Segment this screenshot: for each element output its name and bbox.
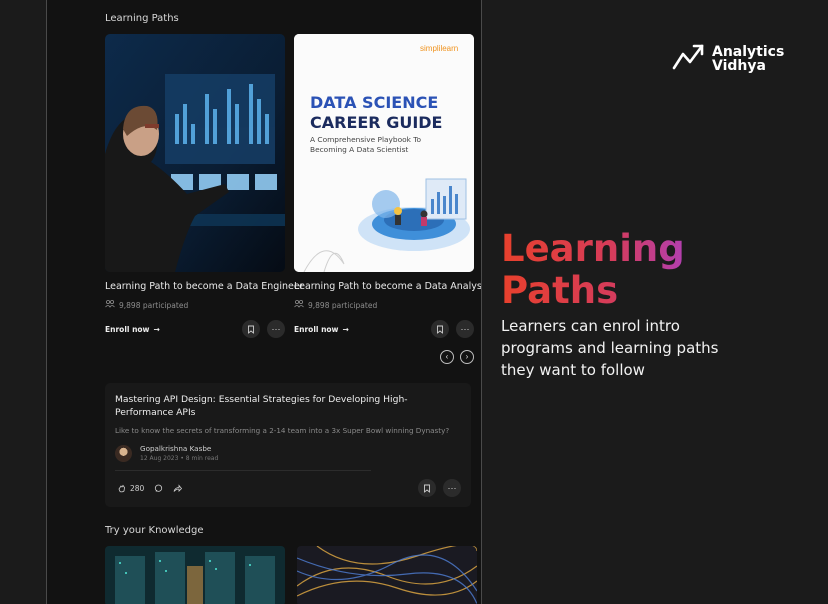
hero-headline: Learning Paths	[501, 228, 685, 312]
participants-count: 9,898 participated	[308, 300, 378, 310]
participants-meta: 9,898 participated	[105, 299, 285, 310]
author-name[interactable]: Gopalkrishna Kasbe	[140, 444, 218, 453]
brand-line1: Analytics	[712, 43, 785, 60]
learning-paths-heading: Learning Paths	[105, 13, 179, 24]
card-title: Learning Path to become a Data Analyst	[294, 281, 482, 292]
data-science-guide-cover: simplilearn DATA SCIENCE CAREER GUIDE A …	[294, 34, 474, 272]
book-subtitle-line2: Becoming A Data Scientist	[310, 145, 408, 154]
arrow-right-icon: →	[153, 324, 160, 334]
likes-count: 280	[130, 483, 145, 493]
carousel-nav: ‹ ›	[440, 350, 474, 364]
chevron-right-icon[interactable]: ›	[460, 350, 474, 364]
bookmark-icon[interactable]	[242, 320, 260, 338]
enroll-now-link[interactable]: Enroll now →	[294, 325, 349, 334]
divider	[115, 470, 371, 471]
brand-logo-text: simplilearn	[420, 44, 458, 53]
article-date: 12 Aug 2023 • 8 min read	[140, 455, 219, 462]
more-icon[interactable]: ⋯	[267, 320, 285, 338]
knowledge-image-circuit[interactable]	[297, 546, 477, 604]
bookmark-icon[interactable]	[418, 479, 436, 497]
book-subtitle-line1: A Comprehensive Playbook To	[310, 135, 422, 144]
participants-icon	[294, 299, 304, 310]
participants-icon	[105, 299, 115, 310]
comment-icon[interactable]	[154, 484, 163, 493]
article-title[interactable]: Mastering API Design: Essential Strategi…	[115, 393, 461, 419]
hero-headline-line1: Learning	[501, 227, 685, 270]
arrow-right-icon: →	[342, 324, 349, 334]
try-knowledge-heading: Try your Knowledge	[105, 525, 204, 536]
data-engineer-image	[105, 34, 285, 272]
analytics-vidhya-logo: Analytics Vidhya	[672, 42, 784, 75]
participants-meta: 9,898 participated	[294, 299, 474, 310]
more-icon[interactable]: ⋯	[456, 320, 474, 338]
learning-path-card-data-analyst[interactable]: simplilearn DATA SCIENCE CAREER GUIDE A …	[294, 34, 482, 338]
enroll-now-link[interactable]: Enroll now →	[105, 325, 160, 334]
participants-count: 9,898 participated	[119, 300, 189, 310]
chevron-left-icon[interactable]: ‹	[440, 350, 454, 364]
bookmark-icon[interactable]	[431, 320, 449, 338]
app-panel: Learning Paths Learning Path to become a…	[46, 0, 482, 604]
avatar	[115, 444, 132, 462]
article-card[interactable]: Mastering API Design: Essential Strategi…	[105, 383, 471, 507]
hero-subtext: Learners can enrol intro programs and le…	[501, 317, 719, 379]
card-title: Learning Path to become a Data Engineer	[105, 281, 304, 292]
share-icon[interactable]	[173, 483, 183, 493]
more-icon[interactable]: ⋯	[443, 479, 461, 497]
article-description: Like to know the secrets of transforming…	[115, 426, 450, 435]
knowledge-image-server-room[interactable]	[105, 546, 285, 604]
learning-path-card-data-engineer[interactable]: Learning Path to become a Data Engineer …	[105, 34, 304, 338]
book-title-line1: DATA SCIENCE	[310, 93, 438, 112]
enroll-label: Enroll now	[294, 324, 339, 334]
author-row: Gopalkrishna Kasbe 12 Aug 2023 • 8 min r…	[115, 444, 461, 462]
brand-line2: Vidhya	[712, 57, 766, 74]
clap-button[interactable]: 280	[117, 484, 144, 493]
clap-icon	[117, 484, 126, 493]
analytics-vidhya-logo-icon	[672, 42, 706, 75]
enroll-label: Enroll now	[105, 324, 150, 334]
hero-headline-line2: Paths	[501, 269, 619, 312]
book-title-line2: CAREER GUIDE	[310, 113, 442, 132]
